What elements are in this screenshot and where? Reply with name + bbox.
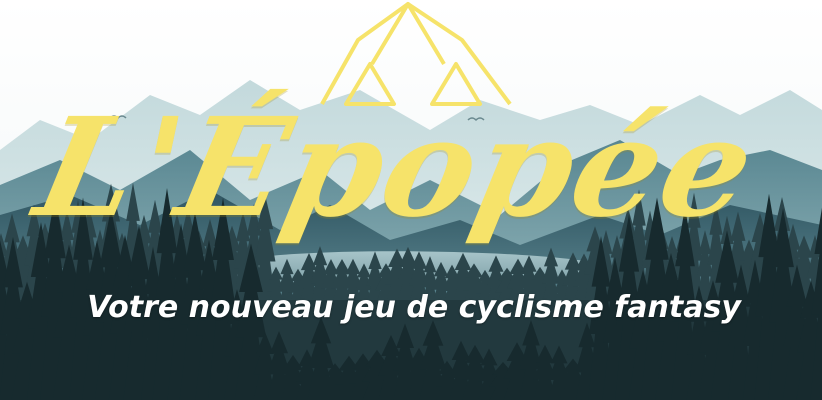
tagline: Votre nouveau jeu de cyclisme fantasy [87,290,741,325]
brand-title: L'Épopée [24,88,770,248]
hero-banner: L'Épopée Votre nouveau jeu de cyclisme f… [0,0,822,400]
